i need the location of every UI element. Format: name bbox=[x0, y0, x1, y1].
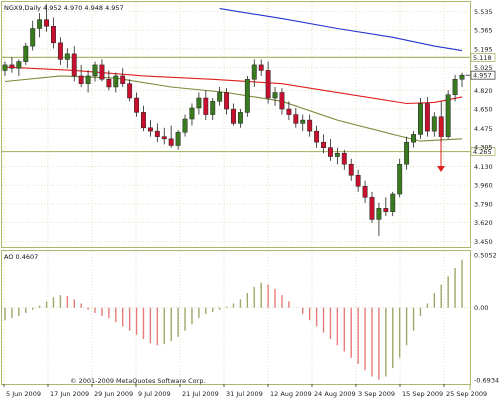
candle-body bbox=[390, 193, 396, 212]
ao-y-tick-label: -0.6934 bbox=[474, 377, 499, 385]
y-tick-label: 4.130 bbox=[474, 163, 493, 171]
current-price-label: 4.957 bbox=[473, 72, 492, 80]
candle-body bbox=[64, 53, 70, 60]
candle-body bbox=[265, 70, 271, 99]
candle-body bbox=[2, 64, 8, 71]
candle-body bbox=[23, 45, 29, 62]
x-tick-label: 15 Sep 2009 bbox=[402, 390, 443, 398]
candle-body bbox=[147, 127, 153, 132]
candle-body bbox=[141, 112, 146, 129]
candle-body bbox=[120, 75, 126, 84]
y-tick-label: 4.305 bbox=[474, 144, 493, 152]
y-tick-label: 4.820 bbox=[474, 87, 493, 95]
candle-body bbox=[362, 186, 368, 198]
candle-body bbox=[258, 64, 264, 71]
line-price-label: 5.118 bbox=[473, 54, 492, 62]
candle-body bbox=[203, 97, 209, 115]
candle-body bbox=[314, 130, 320, 143]
candle-body bbox=[85, 75, 91, 84]
y-tick-label: 4.650 bbox=[474, 106, 493, 114]
candle-body bbox=[431, 116, 437, 132]
x-tick-label: 17 Jun 2009 bbox=[50, 390, 89, 398]
candle-body bbox=[16, 61, 22, 69]
x-tick-label: 25 Sep 2009 bbox=[446, 390, 487, 398]
y-tick-label: 3.620 bbox=[474, 219, 493, 227]
candle-body bbox=[251, 64, 257, 80]
candle-body bbox=[30, 28, 36, 47]
x-tick-label: 31 Jul 2009 bbox=[226, 390, 263, 398]
candle-body bbox=[127, 83, 133, 99]
y-tick-label: 5.195 bbox=[474, 45, 493, 53]
candle-body bbox=[445, 94, 451, 137]
candle-body bbox=[244, 79, 250, 113]
candle-body bbox=[307, 119, 313, 132]
candle-body bbox=[300, 119, 306, 124]
candle-body bbox=[106, 79, 112, 88]
candle-body bbox=[210, 101, 216, 115]
main-header: NGX9,Daily 4.952 4.970 4.948 4.957 bbox=[4, 4, 124, 12]
candle-body bbox=[182, 118, 188, 133]
x-tick-label: 24 Aug 2009 bbox=[314, 390, 356, 398]
candle-body bbox=[51, 26, 56, 44]
candle-body bbox=[369, 197, 375, 220]
candle-body bbox=[327, 147, 333, 157]
x-tick-label: 12 Aug 2009 bbox=[270, 390, 312, 398]
candle-body bbox=[383, 208, 389, 212]
candle-body bbox=[231, 108, 236, 124]
candle-body bbox=[418, 103, 423, 135]
y-tick-label: 5.535 bbox=[474, 8, 493, 16]
candle-body bbox=[279, 92, 285, 110]
candle-body bbox=[348, 163, 354, 176]
candle-body bbox=[71, 53, 77, 77]
candle-body bbox=[397, 163, 403, 195]
candle-body bbox=[411, 134, 416, 143]
y-tick-label: 5.025 bbox=[474, 64, 493, 72]
candle-body bbox=[459, 74, 465, 80]
candle-body bbox=[224, 92, 230, 110]
candle-body bbox=[168, 138, 174, 146]
candle-body bbox=[341, 152, 347, 165]
x-tick-label: 5 Jun 2009 bbox=[6, 390, 41, 398]
candle-body bbox=[189, 107, 195, 120]
candle-body bbox=[355, 175, 361, 187]
candle-body bbox=[44, 19, 49, 27]
y-tick-label: 3.790 bbox=[474, 200, 493, 208]
candle-body bbox=[113, 75, 119, 88]
candle-body bbox=[78, 75, 84, 84]
x-tick-label: 29 Jun 2009 bbox=[94, 390, 133, 398]
candle-body bbox=[92, 64, 98, 77]
candle-body bbox=[57, 42, 63, 60]
ao-y-tick-label: 0.5052 bbox=[474, 252, 497, 260]
y-tick-label: 3.960 bbox=[474, 182, 493, 190]
chart: 5.1184.2654.957 5.5355.3655.1955.0254.82… bbox=[0, 0, 500, 402]
copyright: © 2001-2009 MetaQuotes Software Corp. bbox=[70, 377, 206, 385]
candle-body bbox=[321, 141, 326, 148]
ao-header: AO 0.4607 bbox=[4, 253, 38, 261]
candle-body bbox=[334, 152, 340, 157]
candle-body bbox=[175, 131, 181, 146]
x-tick-label: 3 Sep 2009 bbox=[358, 390, 395, 398]
x-tick-label: 21 Jul 2009 bbox=[182, 390, 219, 398]
candle-body bbox=[376, 208, 382, 220]
candle-body bbox=[452, 79, 458, 95]
candle-body bbox=[293, 114, 299, 124]
candle-body bbox=[9, 64, 15, 69]
candle-body bbox=[272, 92, 278, 99]
x-tick-label: 9 Jul 2009 bbox=[138, 390, 171, 398]
candle-body bbox=[196, 97, 202, 109]
y-tick-label: 4.475 bbox=[474, 125, 493, 133]
ao-y-tick-label: 0.00 bbox=[474, 304, 488, 312]
candle-body bbox=[99, 64, 105, 80]
candle-body bbox=[37, 19, 43, 29]
y-tick-label: 5.365 bbox=[474, 27, 493, 35]
candle-body bbox=[217, 92, 223, 102]
candle-body bbox=[424, 103, 430, 132]
candle-body bbox=[161, 136, 167, 140]
candle-body bbox=[134, 97, 140, 113]
y-tick-label: 3.450 bbox=[474, 238, 493, 246]
candle-body bbox=[154, 130, 160, 137]
candle-body bbox=[404, 141, 410, 165]
candle-body bbox=[286, 108, 292, 115]
candle-body bbox=[237, 112, 243, 124]
